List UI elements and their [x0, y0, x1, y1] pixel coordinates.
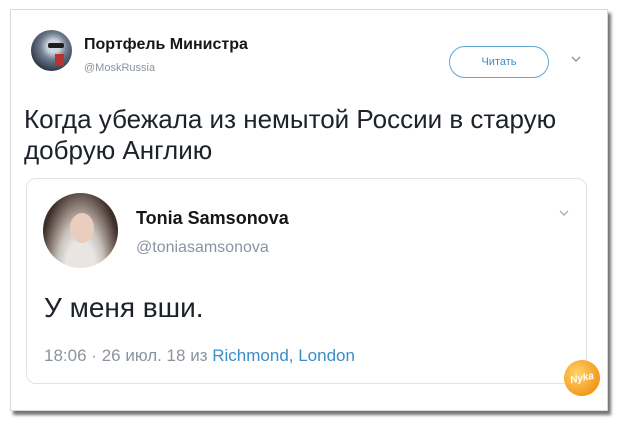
chevron-down-icon[interactable] — [557, 206, 571, 220]
chevron-down-icon[interactable] — [569, 52, 583, 66]
meta-from: из — [190, 346, 208, 365]
quoted-author-avatar[interactable] — [43, 193, 118, 268]
avatar-glasses — [48, 43, 64, 48]
tweet-time[interactable]: 18:06 — [44, 346, 87, 365]
tweet-location-link[interactable]: Richmond, London — [212, 346, 355, 365]
tweet-meta: 18:06 · 26 июл. 18 из Richmond, London — [44, 346, 355, 366]
author-handle[interactable]: @MoskRussia — [84, 62, 155, 74]
avatar-face — [70, 213, 94, 243]
author-name[interactable]: Портфель Министра — [84, 36, 248, 54]
tweet-text: Когда убежала из немытой России в старую… — [24, 104, 557, 165]
watermark-text: Nyka — [569, 370, 595, 386]
meta-separator: · — [91, 346, 97, 365]
follow-button[interactable]: Читать — [449, 46, 549, 78]
author-avatar[interactable] — [31, 30, 72, 71]
quoted-author-name[interactable]: Tonia Samsonova — [136, 208, 289, 229]
quoted-tweet-text: У меня вши. — [44, 292, 204, 323]
quoted-author-handle[interactable]: @toniasamsonova — [136, 239, 269, 257]
avatar-detail — [55, 54, 64, 66]
tweet-date[interactable]: 26 июл. 18 — [102, 346, 186, 365]
